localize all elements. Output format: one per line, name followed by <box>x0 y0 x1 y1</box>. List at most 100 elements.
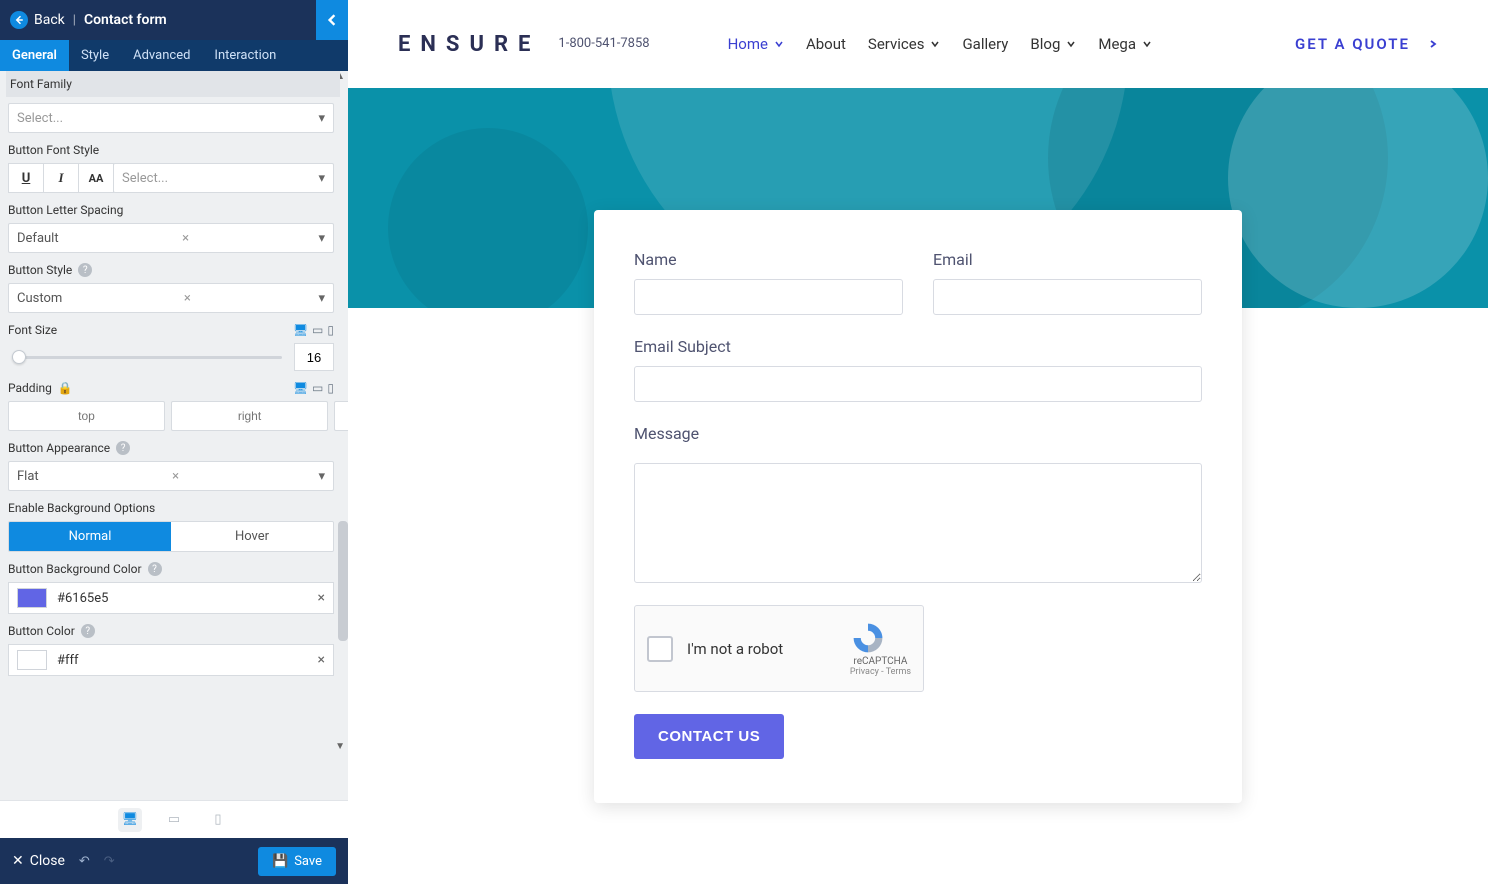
tablet-icon[interactable]: ▭ <box>312 323 323 337</box>
select-value: Custom <box>17 291 62 306</box>
breadcrumb-sep: | <box>73 13 76 28</box>
desktop-icon[interactable]: 🖥 <box>293 381 308 395</box>
button-color-input[interactable]: #fff × <box>8 644 334 676</box>
color-swatch[interactable] <box>17 588 47 608</box>
scrollbar-thumb[interactable] <box>338 521 348 641</box>
bg-color-input[interactable]: #6165e5 × <box>8 582 334 614</box>
recaptcha-widget[interactable]: I'm not a robot reCAPTCHA Privacy - Term… <box>634 605 924 692</box>
recaptcha-brand: reCAPTCHA <box>850 656 911 667</box>
help-icon[interactable]: ? <box>116 441 130 455</box>
tab-general[interactable]: General <box>0 40 69 71</box>
contact-form-card: Name Email Email Subject Message <box>594 210 1242 803</box>
mobile-icon[interactable]: ▯ <box>327 323 334 337</box>
font-family-label: Font Family <box>10 77 72 91</box>
panel-tabs: General Style Advanced Interaction <box>0 40 348 71</box>
button-style-select[interactable]: Custom × ▾ <box>8 283 334 313</box>
clear-icon[interactable]: × <box>182 231 189 246</box>
undo-button[interactable]: ↶ <box>79 854 90 869</box>
font-size-slider[interactable] <box>8 347 286 367</box>
help-icon[interactable]: ? <box>78 263 92 277</box>
underline-button[interactable]: U <box>8 163 44 193</box>
email-input[interactable] <box>933 279 1202 315</box>
help-icon[interactable]: ? <box>148 562 162 576</box>
preview-tablet-button[interactable]: ▭ <box>162 808 186 832</box>
device-preview-bar: 🖥 ▭ ▯ <box>0 800 348 838</box>
appearance-select[interactable]: Flat × ▾ <box>8 461 334 491</box>
nav-services[interactable]: Services <box>868 35 941 53</box>
italic-button[interactable]: I <box>43 163 79 193</box>
bg-color-label: Button Background Color ? <box>8 562 334 576</box>
recaptcha-terms[interactable]: Privacy - Terms <box>850 667 911 677</box>
font-family-select[interactable]: Select... ▾ <box>8 103 334 133</box>
chevron-down-icon: ▾ <box>318 111 325 126</box>
clear-icon[interactable]: × <box>184 291 191 306</box>
font-size-label: Font Size 🖥 ▭ ▯ <box>8 323 334 337</box>
button-style-label: Button Style ? <box>8 263 334 277</box>
clear-icon[interactable]: × <box>318 590 325 606</box>
bg-options-toggle: Normal Hover <box>8 521 334 552</box>
close-icon: ✕ <box>12 853 24 869</box>
back-icon[interactable] <box>10 11 28 29</box>
chevron-down-icon: ▾ <box>318 171 325 186</box>
get-quote-link[interactable]: GET A QUOTE <box>1295 35 1438 53</box>
subject-input[interactable] <box>634 366 1202 402</box>
color-value: #6165e5 <box>57 591 108 606</box>
clear-icon[interactable]: × <box>172 469 179 484</box>
message-textarea[interactable] <box>634 463 1202 583</box>
subject-label: Email Subject <box>634 337 1202 356</box>
padding-bottom-input[interactable] <box>334 401 348 431</box>
tab-advanced[interactable]: Advanced <box>121 40 202 71</box>
back-button[interactable]: Back <box>34 12 65 28</box>
font-style-select[interactable]: Select... ▾ <box>113 163 334 193</box>
button-font-style-label: Button Font Style <box>8 143 334 157</box>
select-placeholder: Select... <box>122 171 168 186</box>
uppercase-button[interactable]: AA <box>78 163 114 193</box>
desktop-icon[interactable]: 🖥 <box>293 323 308 337</box>
nav-blog[interactable]: Blog <box>1030 35 1076 53</box>
nav-home[interactable]: Home <box>728 35 784 53</box>
chevron-down-icon: ▾ <box>318 291 325 306</box>
padding-label: Padding 🔒 🖥 ▭ ▯ <box>8 381 334 395</box>
tab-interaction[interactable]: Interaction <box>202 40 288 71</box>
help-icon[interactable]: ? <box>81 624 95 638</box>
phone-number: 1-800-541-7858 <box>558 36 649 53</box>
nav-about[interactable]: About <box>806 35 846 53</box>
letter-spacing-label: Button Letter Spacing <box>8 203 334 217</box>
redo-button[interactable]: ↷ <box>104 854 115 869</box>
clear-icon[interactable]: × <box>318 652 325 668</box>
preview-desktop-button[interactable]: 🖥 <box>118 808 142 832</box>
letter-spacing-select[interactable]: Default × ▾ <box>8 223 334 253</box>
editor-sidebar: Back | Contact form General Style Advanc… <box>0 0 348 884</box>
tab-style[interactable]: Style <box>69 40 121 71</box>
close-label: Close <box>30 853 65 869</box>
color-swatch[interactable] <box>17 650 47 670</box>
close-button[interactable]: ✕ Close <box>12 853 65 869</box>
chevron-down-icon: ▾ <box>318 469 325 484</box>
recaptcha-badge: reCAPTCHA Privacy - Terms <box>850 620 911 677</box>
save-button[interactable]: 💾 Save <box>258 847 336 876</box>
chevron-down-icon: ▾ <box>318 231 325 246</box>
font-size-input[interactable] <box>294 343 334 371</box>
preview-mobile-button[interactable]: ▯ <box>206 808 230 832</box>
panel-title: Contact form <box>84 12 167 28</box>
nav-mega[interactable]: Mega <box>1098 35 1152 53</box>
padding-right-input[interactable] <box>171 401 328 431</box>
collapse-sidebar-button[interactable] <box>316 0 348 40</box>
nav-gallery[interactable]: Gallery <box>962 35 1008 53</box>
toggle-hover[interactable]: Hover <box>171 522 333 551</box>
scroll-down-icon[interactable]: ▼ <box>335 741 345 752</box>
toggle-normal[interactable]: Normal <box>9 522 171 551</box>
sidebar-header: Back | Contact form <box>0 0 348 40</box>
bg-options-label: Enable Background Options <box>8 501 334 515</box>
tablet-icon[interactable]: ▭ <box>312 381 323 395</box>
lock-icon[interactable]: 🔒 <box>58 381 73 395</box>
name-input[interactable] <box>634 279 903 315</box>
padding-top-input[interactable] <box>8 401 165 431</box>
mobile-icon[interactable]: ▯ <box>327 381 334 395</box>
save-icon: 💾 <box>272 854 288 869</box>
contact-submit-button[interactable]: CONTACT US <box>634 714 784 759</box>
site-logo[interactable]: ENSURE <box>398 32 540 57</box>
recaptcha-checkbox[interactable] <box>647 636 673 662</box>
recaptcha-icon <box>850 620 886 656</box>
sidebar-footer: ✕ Close ↶ ↷ 💾 Save <box>0 838 348 884</box>
